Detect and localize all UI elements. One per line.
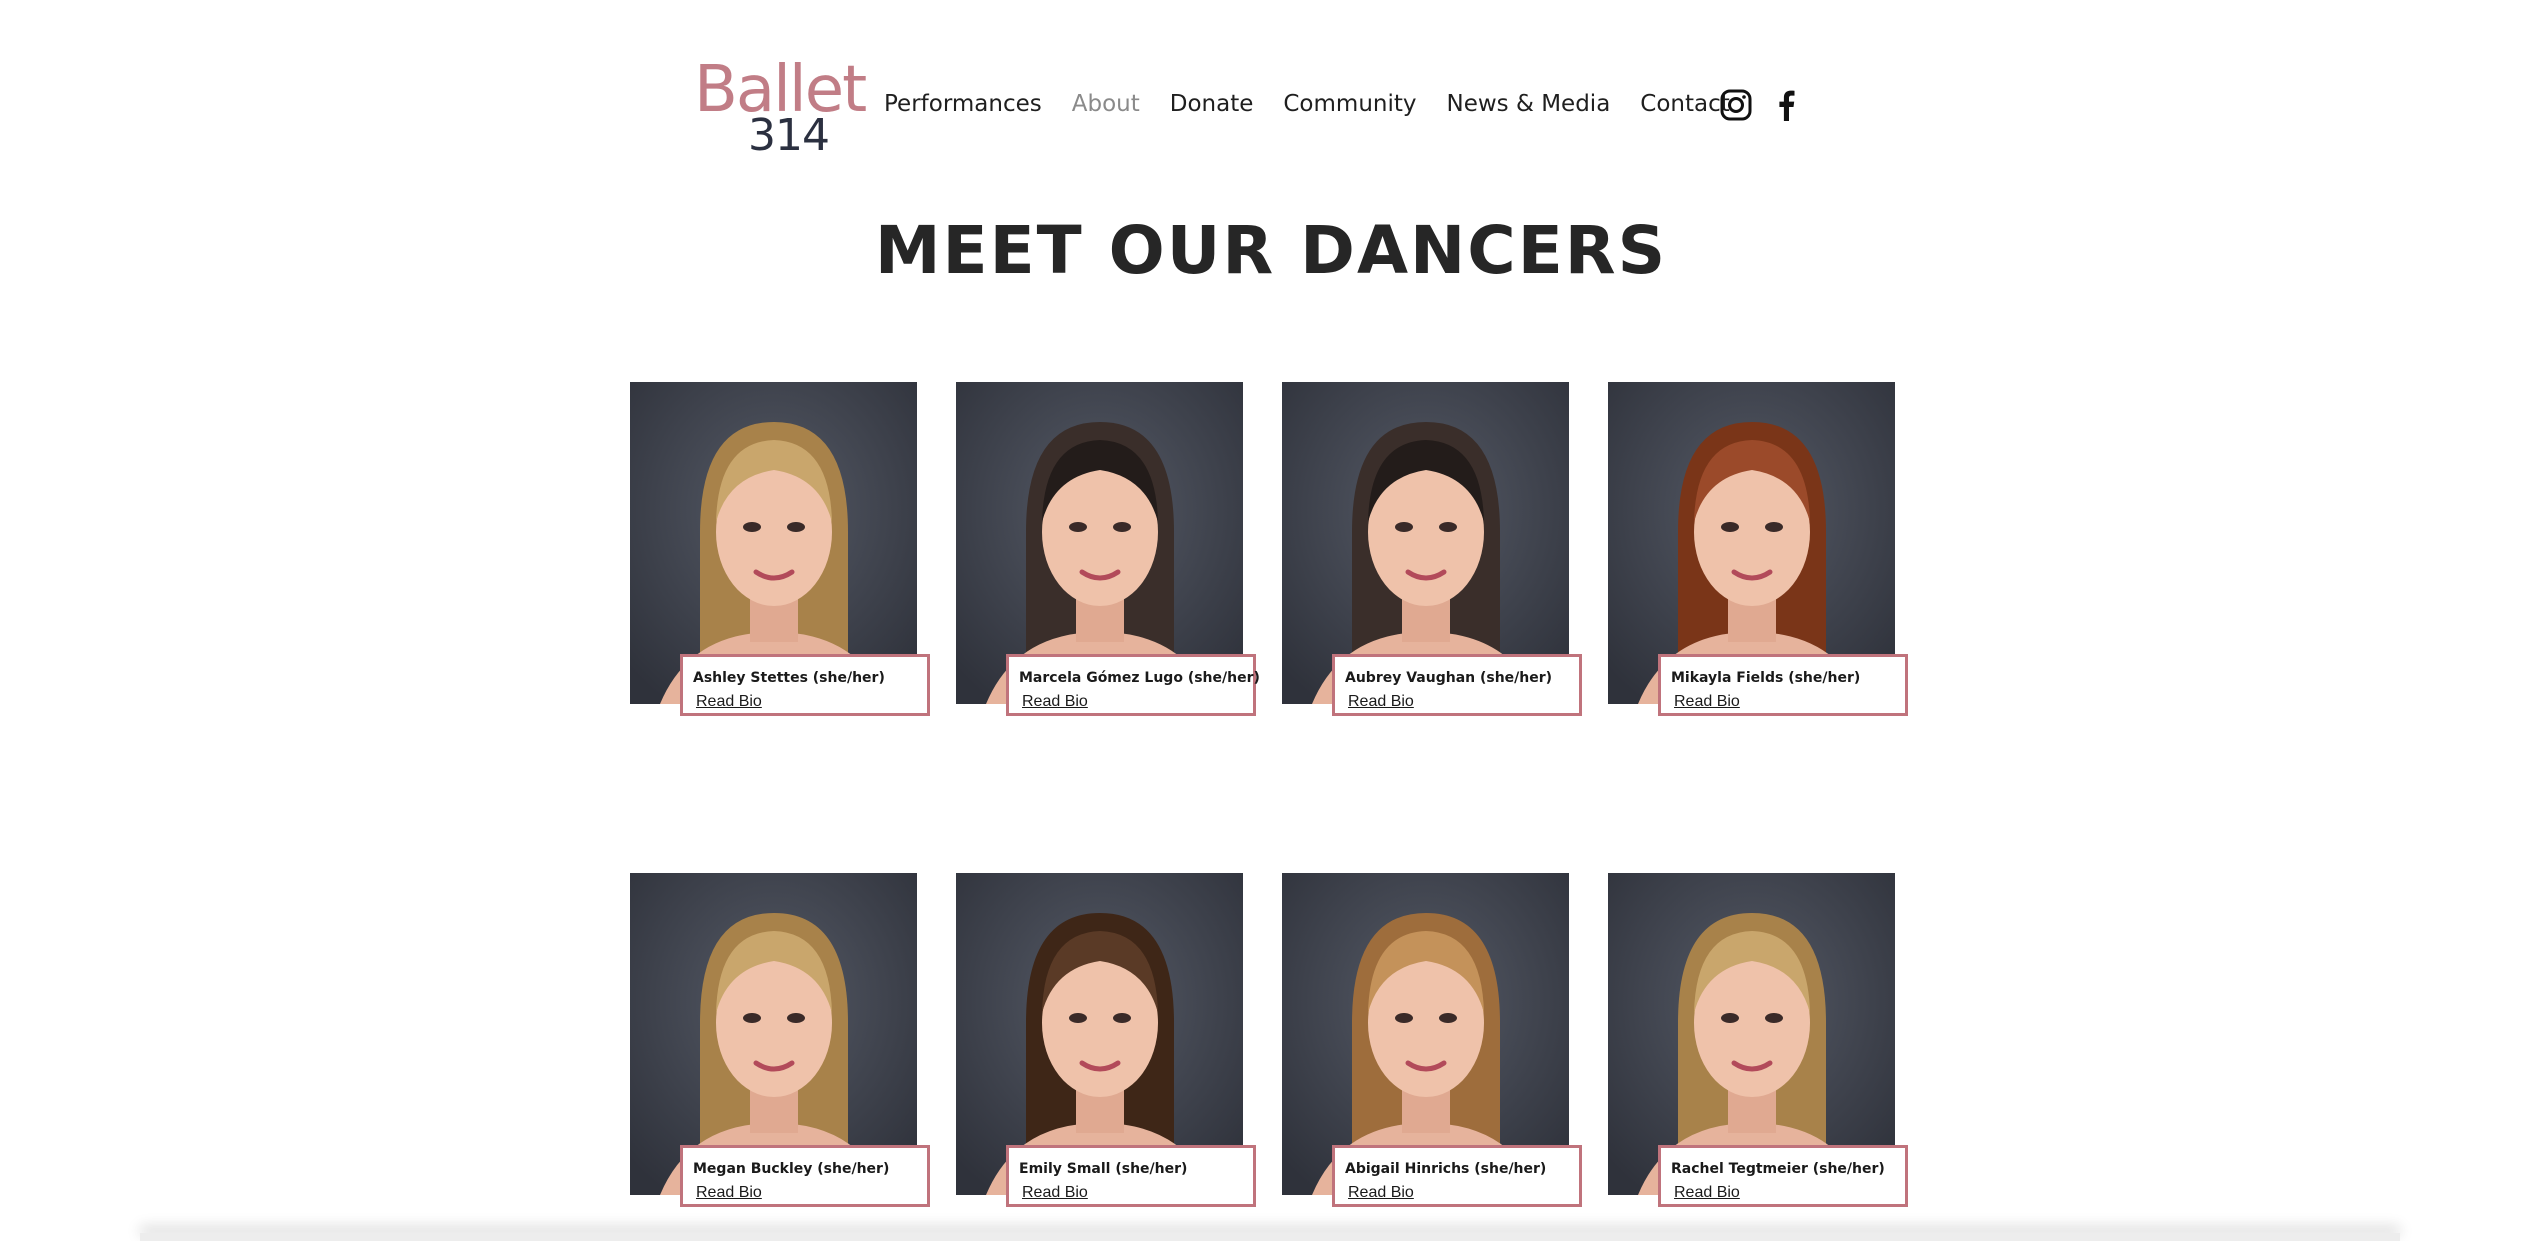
nav-news-media[interactable]: News & Media (1447, 91, 1611, 117)
nav-performances[interactable]: Performances (884, 91, 1042, 117)
dancer-label: Abigail Hinrichs (she/her) Read Bio (1332, 1145, 1582, 1207)
dancer-card: Megan Buckley (she/her) Read Bio (630, 873, 930, 1213)
dancer-label: Mikayla Fields (she/her) Read Bio (1658, 654, 1908, 716)
read-bio-link[interactable]: Read Bio (1022, 693, 1088, 711)
dancer-label: Emily Small (she/her) Read Bio (1006, 1145, 1256, 1207)
dancer-name: Mikayla Fields (she/her) (1671, 670, 1861, 686)
footer-edge (140, 1233, 2400, 1241)
nav-contact[interactable]: Contact (1640, 91, 1729, 117)
dancer-label: Megan Buckley (she/her) Read Bio (680, 1145, 930, 1207)
read-bio-link[interactable]: Read Bio (1348, 693, 1414, 711)
logo[interactable]: Ballet 314 (690, 58, 867, 161)
dancer-card: Rachel Tegtmeier (she/her) Read Bio (1608, 873, 1908, 1213)
main-nav: Performances About Donate Community News… (884, 91, 1760, 117)
read-bio-link[interactable]: Read Bio (1674, 1184, 1740, 1202)
dancer-card: Aubrey Vaughan (she/her) Read Bio (1282, 382, 1582, 722)
dancer-label: Aubrey Vaughan (she/her) Read Bio (1332, 654, 1582, 716)
dancer-label: Rachel Tegtmeier (she/her) Read Bio (1658, 1145, 1908, 1207)
dancer-name: Aubrey Vaughan (she/her) (1345, 670, 1553, 686)
dancer-label: Marcela Gómez Lugo (she/her) Read Bio (1006, 654, 1260, 716)
dancer-card: Mikayla Fields (she/her) Read Bio (1608, 382, 1908, 722)
dancer-card: Marcela Gómez Lugo (she/her) Read Bio (956, 382, 1260, 722)
logo-number: 314 (748, 110, 830, 161)
dancer-label: Ashley Stettes (she/her) Read Bio (680, 654, 930, 716)
dancer-name: Rachel Tegtmeier (she/her) (1671, 1161, 1885, 1177)
nav-donate[interactable]: Donate (1170, 91, 1254, 117)
dancer-card: Emily Small (she/her) Read Bio (956, 873, 1256, 1213)
read-bio-link[interactable]: Read Bio (1022, 1184, 1088, 1202)
dancer-name: Abigail Hinrichs (she/her) (1345, 1161, 1547, 1177)
nav-about[interactable]: About (1072, 91, 1140, 117)
page-title: MEET OUR DANCERS (874, 212, 1668, 289)
dancer-name: Megan Buckley (she/her) (693, 1161, 890, 1177)
read-bio-link[interactable]: Read Bio (696, 1184, 762, 1202)
dancer-name: Ashley Stettes (she/her) (693, 670, 885, 686)
read-bio-link[interactable]: Read Bio (1348, 1184, 1414, 1202)
dancer-card: Ashley Stettes (she/her) Read Bio (630, 382, 930, 722)
dancer-name: Emily Small (she/her) (1019, 1161, 1188, 1177)
dancer-name: Marcela Gómez Lugo (she/her) (1019, 670, 1260, 686)
read-bio-link[interactable]: Read Bio (1674, 693, 1740, 711)
dancer-card: Abigail Hinrichs (she/her) Read Bio (1282, 873, 1582, 1213)
nav-community[interactable]: Community (1283, 91, 1416, 117)
facebook-icon[interactable] (1769, 88, 1803, 122)
instagram-icon[interactable] (1719, 88, 1753, 122)
read-bio-link[interactable]: Read Bio (696, 693, 762, 711)
